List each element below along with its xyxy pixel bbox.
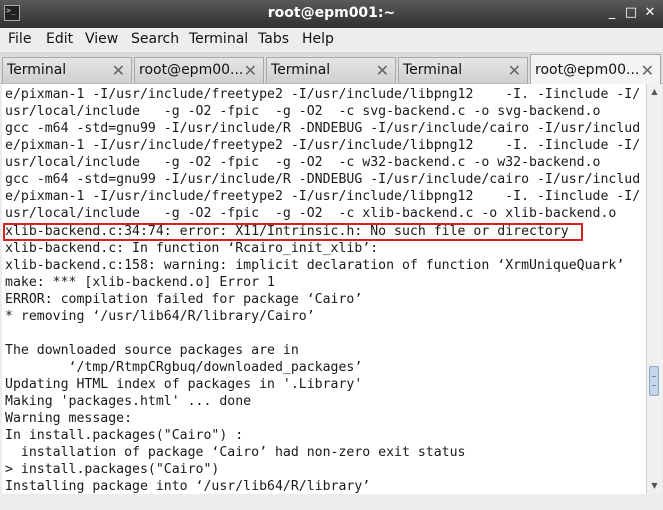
tab-close-icon[interactable]: ✕ xyxy=(376,61,389,80)
terminal-line: ‘/tmp/RtmpCRgbuq/downloaded_packages’ xyxy=(5,360,363,375)
tab-close-icon[interactable]: ✕ xyxy=(112,61,125,80)
scroll-thumb[interactable] xyxy=(649,366,659,396)
menu-view[interactable]: View xyxy=(85,31,118,47)
maximize-button[interactable]: □ xyxy=(623,5,639,21)
title-bar[interactable]: root@epm001:~ _ □ ✕ xyxy=(0,0,663,28)
terminal-line: gcc -m64 -std=gnu99 -I/usr/include/R -DN… xyxy=(5,121,641,136)
tab-root-active[interactable]: root@epm00... ✕ xyxy=(530,54,661,84)
tab-close-icon[interactable]: ✕ xyxy=(641,61,654,80)
terminal-line: ERROR: compilation failed for package ‘C… xyxy=(5,292,363,307)
terminal-output[interactable]: e/pixman-1 -I/usr/include/freetype2 -I/u… xyxy=(2,84,646,494)
terminal-line: * removing ‘/usr/lib64/R/library/Cairo’ xyxy=(5,309,315,324)
terminal-line: usr/local/include -g -O2 -fpic -g -O2 -c… xyxy=(5,206,617,221)
tab-label: Terminal xyxy=(7,62,67,78)
terminal-line: > install.packages("Cairo") xyxy=(5,462,220,477)
tab-close-icon[interactable]: ✕ xyxy=(508,61,521,80)
tab-bar: Terminal ✕ root@epm00... ✕ Terminal ✕ Te… xyxy=(0,53,663,84)
close-window-button[interactable]: ✕ xyxy=(642,5,658,21)
menu-file[interactable]: File xyxy=(8,31,31,47)
terminal-line: Warning message: xyxy=(5,411,133,426)
terminal-line: Updating HTML index of packages in '.Lib… xyxy=(5,377,363,392)
terminal-line: In install.packages("Cairo") : xyxy=(5,428,244,443)
terminal-line: xlib-backend.c: In function ‘Rcairo_init… xyxy=(5,241,379,256)
tab-terminal-2[interactable]: Terminal ✕ xyxy=(266,57,396,83)
terminal-line: The downloaded source packages are in xyxy=(5,343,299,358)
menu-help[interactable]: Help xyxy=(302,31,334,47)
tab-label: root@epm00... xyxy=(139,62,244,78)
menu-edit[interactable]: Edit xyxy=(46,31,73,47)
window-title: root@epm001:~ xyxy=(267,5,396,21)
tab-label: Terminal xyxy=(403,62,463,78)
menu-terminal[interactable]: Terminal xyxy=(189,31,248,47)
tab-terminal-3[interactable]: Terminal ✕ xyxy=(398,57,528,83)
tab-label: Terminal xyxy=(271,62,331,78)
terminal-line: gcc -m64 -std=gnu99 -I/usr/include/R -DN… xyxy=(5,172,641,187)
terminal-line: e/pixman-1 -I/usr/include/freetype2 -I/u… xyxy=(5,87,641,102)
minimize-button[interactable]: _ xyxy=(604,5,620,21)
terminal-line: Installing package into ‘/usr/lib64/R/li… xyxy=(5,479,371,494)
window-bottom-border xyxy=(0,494,663,510)
terminal-line: Making 'packages.html' ... done xyxy=(5,394,252,409)
tab-label: root@epm00... xyxy=(535,62,640,78)
error-highlight-box xyxy=(3,223,583,241)
menu-tabs[interactable]: Tabs xyxy=(258,31,289,47)
menu-search[interactable]: Search xyxy=(131,31,179,47)
tab-root-1[interactable]: root@epm00... ✕ xyxy=(134,57,264,83)
scroll-down-arrow-icon[interactable]: ▼ xyxy=(647,479,662,493)
terminal-line: usr/local/include -g -O2 -fpic -g -O2 -c… xyxy=(5,104,601,119)
terminal-line: installation of package ‘Cairo’ had non-… xyxy=(5,445,466,460)
vertical-scrollbar[interactable]: ▲ ▼ xyxy=(646,84,662,494)
terminal-line: usr/local/include -g -O2 -fpic -g -O2 -c… xyxy=(5,155,601,170)
terminal-window: root@epm001:~ _ □ ✕ File Edit View Searc… xyxy=(0,0,663,510)
menu-bar: File Edit View Search Terminal Tabs Help xyxy=(0,28,663,53)
terminal-line: e/pixman-1 -I/usr/include/freetype2 -I/u… xyxy=(5,138,641,153)
tab-terminal-1[interactable]: Terminal ✕ xyxy=(2,57,132,83)
terminal-line: e/pixman-1 -I/usr/include/freetype2 -I/u… xyxy=(5,189,641,204)
terminal-line: xlib-backend.c:158: warning: implicit de… xyxy=(5,258,625,273)
scroll-up-arrow-icon[interactable]: ▲ xyxy=(647,85,662,99)
terminal-line: make: *** [xlib-backend.o] Error 1 xyxy=(5,275,275,290)
tab-close-icon[interactable]: ✕ xyxy=(244,61,257,80)
